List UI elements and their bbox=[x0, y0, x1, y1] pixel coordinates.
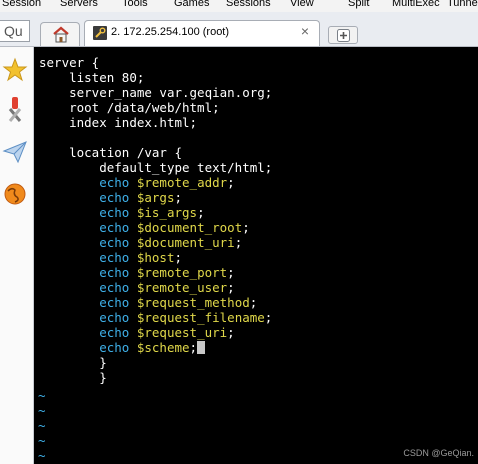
close-tab-icon[interactable]: × bbox=[301, 23, 309, 39]
code-text: } bbox=[99, 370, 107, 385]
terminal-output[interactable]: CSDN @GeQian. server { listen 80; server… bbox=[34, 47, 478, 464]
variable-token: $document_root bbox=[136, 220, 243, 235]
terminal-line: echo $host; bbox=[39, 250, 182, 265]
terminal-line: root /data/web/html; bbox=[39, 100, 220, 115]
keyword-token: echo bbox=[99, 295, 130, 310]
left-sidebar bbox=[0, 47, 34, 464]
star-icon[interactable] bbox=[2, 57, 28, 83]
terminal-line: server { bbox=[39, 55, 99, 70]
terminal-line: } bbox=[39, 355, 107, 370]
variable-token: $host bbox=[136, 250, 175, 265]
empty-line-tilde: ~ bbox=[38, 403, 46, 418]
code-text: listen 80; bbox=[69, 70, 145, 85]
code-punctuation: ; bbox=[227, 325, 235, 340]
terminal-line: echo $request_filename; bbox=[39, 310, 272, 325]
quick-connect-input[interactable]: Qu bbox=[0, 20, 30, 42]
keyword-token: echo bbox=[99, 205, 130, 220]
terminal-line: } bbox=[39, 370, 107, 385]
terminal-line: echo $request_method; bbox=[39, 295, 257, 310]
variable-token: $args bbox=[136, 190, 175, 205]
keyword-token: echo bbox=[99, 340, 130, 355]
empty-line-tilde: ~ bbox=[38, 418, 46, 433]
terminal-line: echo $args; bbox=[39, 190, 182, 205]
code-text: server { bbox=[39, 55, 100, 70]
terminal-line: echo $scheme; bbox=[39, 340, 206, 355]
variable-token: $is_args bbox=[136, 205, 198, 220]
home-icon bbox=[53, 26, 69, 43]
terminal-line: echo $remote_addr; bbox=[39, 175, 235, 190]
menu-tunnel[interactable]: Tunnel bbox=[447, 0, 478, 9]
keyword-token: echo bbox=[99, 190, 130, 205]
terminal-line: listen 80; bbox=[39, 70, 144, 85]
menu-view[interactable]: View bbox=[290, 0, 314, 9]
code-text: } bbox=[99, 355, 107, 370]
keyword-token: echo bbox=[99, 250, 130, 265]
menu-multiexec[interactable]: MultiExec bbox=[392, 0, 440, 9]
code-text: default_type text/html; bbox=[99, 160, 273, 175]
keyword-token: echo bbox=[99, 175, 130, 190]
keyword-token: echo bbox=[99, 265, 130, 280]
variable-token: $request_filename bbox=[136, 310, 265, 325]
code-text: index index.html; bbox=[69, 115, 198, 130]
terminal-line: echo $document_uri; bbox=[39, 235, 242, 250]
code-punctuation: ; bbox=[249, 295, 258, 310]
code-punctuation: ; bbox=[264, 310, 273, 325]
terminal-line: default_type text/html; bbox=[39, 160, 272, 175]
plus-icon bbox=[337, 29, 350, 42]
code-punctuation: ; bbox=[174, 250, 183, 265]
keyword-token: echo bbox=[99, 235, 130, 250]
empty-line-tilde: ~ bbox=[38, 448, 46, 463]
menu-sessions[interactable]: Sessions bbox=[226, 0, 271, 9]
empty-line-tilde: ~ bbox=[38, 433, 46, 448]
menu-bar: Session Servers Tools Games Sessions Vie… bbox=[0, 0, 478, 12]
paper-plane-icon[interactable] bbox=[2, 139, 28, 165]
terminal-line: echo $is_args; bbox=[39, 205, 205, 220]
keyword-token: echo bbox=[99, 325, 130, 340]
terminal-line: echo $remote_user; bbox=[39, 280, 235, 295]
code-text: server_name var.geqian.org; bbox=[69, 85, 273, 100]
terminal-line: server_name var.geqian.org; bbox=[39, 85, 272, 100]
empty-line-tilde: ~ bbox=[38, 388, 46, 403]
code-punctuation: ; bbox=[197, 205, 205, 220]
code-punctuation: ; bbox=[227, 175, 235, 190]
code-punctuation: ; bbox=[242, 220, 250, 235]
session-tab[interactable]: 2. 172.25.254.100 (root) × bbox=[84, 20, 320, 46]
terminal-line: echo $request_uri; bbox=[39, 325, 235, 340]
code-text: root /data/web/html; bbox=[69, 100, 220, 115]
menu-games[interactable]: Games bbox=[174, 0, 209, 9]
code-punctuation: ; bbox=[227, 280, 235, 295]
terminal-line: location /var { bbox=[39, 145, 182, 160]
terminal-line: index index.html; bbox=[39, 115, 197, 130]
variable-token: $document_uri bbox=[136, 235, 235, 250]
keyword-token: echo bbox=[99, 280, 130, 295]
menu-servers[interactable]: Servers bbox=[60, 0, 98, 9]
wrench-icon bbox=[93, 26, 107, 40]
variable-token: $remote_addr bbox=[136, 175, 228, 190]
home-tab[interactable] bbox=[40, 22, 80, 46]
variable-token: $request_method bbox=[136, 295, 250, 310]
globe-icon[interactable] bbox=[2, 181, 28, 207]
variable-token: $remote_user bbox=[136, 280, 228, 295]
text-cursor bbox=[197, 341, 206, 354]
tools-icon[interactable] bbox=[2, 95, 28, 125]
code-punctuation: ; bbox=[174, 190, 183, 205]
keyword-token: echo bbox=[99, 310, 130, 325]
menu-tools[interactable]: Tools bbox=[122, 0, 148, 9]
menu-session[interactable]: Session bbox=[2, 0, 41, 9]
variable-token: $remote_port bbox=[136, 265, 228, 280]
code-punctuation: ; bbox=[189, 340, 198, 355]
new-tab-button[interactable] bbox=[328, 26, 358, 44]
code-punctuation: ; bbox=[227, 265, 235, 280]
variable-token: $request_uri bbox=[136, 325, 228, 340]
session-tab-label: 2. 172.25.254.100 (root) bbox=[111, 26, 230, 38]
keyword-token: echo bbox=[99, 220, 130, 235]
menu-split[interactable]: Split bbox=[348, 0, 369, 9]
terminal-line: echo $document_root; bbox=[39, 220, 250, 235]
watermark-text: CSDN @GeQian. bbox=[403, 448, 474, 458]
code-punctuation: ; bbox=[234, 235, 243, 250]
variable-token: $scheme bbox=[136, 340, 190, 355]
code-text: location /var { bbox=[69, 145, 182, 160]
tab-strip: Qu 2. 172.25.254.100 (root) × bbox=[0, 12, 478, 47]
terminal-line: echo $remote_port; bbox=[39, 265, 235, 280]
